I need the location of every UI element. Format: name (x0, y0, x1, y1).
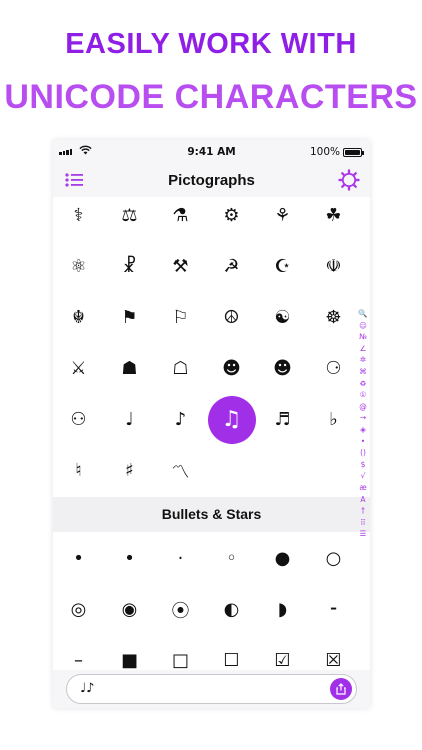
index-entry[interactable]: ☰ (360, 528, 367, 540)
index-entry[interactable]: ⠿ (360, 517, 366, 529)
pictograph-cell[interactable]: ♪ (155, 394, 206, 445)
bullet-cell[interactable]: ◐ (206, 584, 257, 635)
input-value[interactable]: ♩♪ (80, 681, 94, 696)
index-entry[interactable]: ✲ (360, 354, 366, 366)
pictograph-cell[interactable]: ☖ (155, 343, 206, 394)
index-entry[interactable]: † (361, 505, 365, 517)
status-bar: 9:41 AM 100% (53, 140, 370, 164)
selected-character[interactable]: ♫ (206, 394, 257, 445)
pictograph-cell[interactable]: ♯ (104, 445, 155, 496)
bullet-cell[interactable]: ○ (308, 533, 359, 584)
pictograph-cell[interactable]: ☬ (53, 292, 104, 343)
battery-percent: 100% (309, 146, 340, 158)
pictograph-cell[interactable]: ☻ (257, 343, 308, 394)
pictograph-cell[interactable]: ⚕ (53, 190, 104, 241)
bullet-cell[interactable]: ⁃ (308, 584, 359, 635)
index-entry[interactable]: $ (361, 459, 366, 471)
pictograph-cell[interactable]: ☧ (104, 241, 155, 292)
pictograph-cell[interactable]: ☸ (308, 292, 359, 343)
index-entry[interactable]: () (360, 447, 366, 459)
index-entry[interactable]: 🔍 (358, 308, 367, 320)
pictograph-cell[interactable]: ⚘ (257, 190, 308, 241)
pictograph-cell[interactable]: ☭ (206, 241, 257, 292)
pictographs-grid: ⚕ ⚖ ⚗ ⚙ ⚘ ☘ ⚛ ☧ ⚒ ☭ ☪ ☫ ☬ ⚑ ⚐ ☮ ☯ ☸ ⚔ ☗ ☖ ☻ ☻ ⚆ ⚇ ♩ ♪ ♫ ♬ ♭ ♮ ♯ 〽 (53, 190, 358, 496)
pictograph-cell[interactable]: ☯ (257, 292, 308, 343)
phone-screen: 9:41 AM 100% Pictographs ⚕ ⚖ ⚗ ⚙ ⚘ ☘ ⚛ ☧… (53, 140, 370, 708)
pictograph-cell[interactable]: ☘ (308, 190, 359, 241)
bottom-bar: ♩♪ (53, 670, 370, 708)
bullet-cell[interactable]: ◦ (206, 533, 257, 584)
pictograph-cell[interactable]: ⚆ (308, 343, 359, 394)
pictograph-cell[interactable]: ☗ (104, 343, 155, 394)
bullet-cell[interactable]: ⦿ (155, 584, 206, 635)
pictograph-cell[interactable]: ⚐ (155, 292, 206, 343)
index-entry[interactable]: ◈ (360, 424, 366, 436)
pictograph-cell[interactable]: ⚗ (155, 190, 206, 241)
pictograph-cell[interactable]: ⚙ (206, 190, 257, 241)
index-entry[interactable]: № (359, 331, 367, 343)
gear-icon[interactable] (338, 169, 360, 191)
pictograph-cell[interactable]: ⚑ (104, 292, 155, 343)
section-header-bullets: Bullets & Stars (53, 497, 370, 532)
bullet-cell[interactable]: ● (257, 533, 308, 584)
selection-bubble: ♫ (207, 395, 256, 444)
bullet-cell[interactable]: ◗ (257, 584, 308, 635)
page-title: Pictographs (168, 172, 255, 189)
pictograph-cell[interactable]: ⚔ (53, 343, 104, 394)
index-entry[interactable]: √ (361, 470, 366, 482)
promo-line-1: EASILY WORK WITH (65, 28, 357, 60)
pictograph-cell[interactable]: ⚛ (53, 241, 104, 292)
index-entry[interactable]: A (360, 494, 365, 506)
pictograph-cell[interactable]: ♩ (104, 394, 155, 445)
index-entry[interactable]: @ (359, 401, 367, 413)
pictograph-cell[interactable]: 〽 (155, 445, 206, 496)
bullet-cell[interactable]: ◎ (53, 584, 104, 635)
pictograph-cell[interactable]: ☪ (257, 241, 308, 292)
bullet-cell[interactable]: ◉ (104, 584, 155, 635)
pictograph-cell[interactable]: ⚒ (155, 241, 206, 292)
pictograph-cell[interactable]: ☮ (206, 292, 257, 343)
promo-line-2: UNICODE CHARACTERS (4, 78, 418, 116)
pictograph-cell[interactable]: ♮ (53, 445, 104, 496)
character-input[interactable]: ♩♪ (66, 674, 357, 704)
pictograph-cell[interactable]: ☻ (206, 343, 257, 394)
index-entry[interactable]: æ (359, 482, 366, 494)
pictograph-cell[interactable]: ♬ (257, 394, 308, 445)
index-entry[interactable]: → (360, 412, 366, 424)
index-entry[interactable]: ☺ (359, 320, 367, 332)
index-entry[interactable]: ♻ (360, 378, 367, 390)
index-entry[interactable]: ∠ (360, 343, 367, 355)
pictograph-cell[interactable]: ⚇ (53, 394, 104, 445)
share-icon[interactable] (330, 678, 352, 700)
bullet-cell[interactable]: · (155, 533, 206, 584)
battery-icon (343, 148, 364, 157)
index-entry[interactable]: ⌘ (359, 366, 367, 378)
bullet-cell[interactable]: • (104, 533, 155, 584)
index-entry[interactable]: • (361, 436, 365, 448)
index-entry[interactable]: ① (360, 389, 367, 401)
bullet-cell[interactable]: • (53, 533, 104, 584)
pictograph-cell[interactable]: ☫ (308, 241, 359, 292)
section-index-bar[interactable]: 🔍 ☺ № ∠ ✲ ⌘ ♻ ① @ → ◈ •() $ √ æ A † ⠿ ☰ (358, 308, 368, 540)
pictograph-cell[interactable]: ♭ (308, 394, 359, 445)
bullets-grid: • • · ◦ ● ○ ◎ ◉ ⦿ ◐ ◗ ⁃ – ■ □ ☐ ☑ ☒ (53, 533, 358, 686)
pictograph-cell[interactable]: ⚖ (104, 190, 155, 241)
